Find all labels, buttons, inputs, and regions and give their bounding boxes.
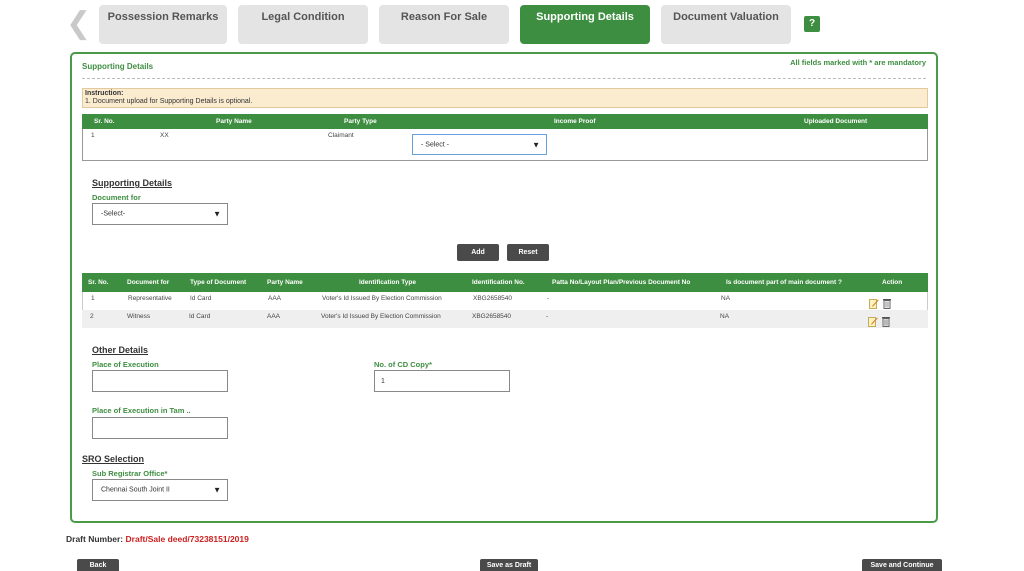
col-patta-no: Patta No/Layout Plan/Previous Document N… (552, 279, 691, 286)
tab-possession-remarks[interactable]: Possession Remarks (99, 5, 227, 44)
row-identification-no: XBG2658540 (472, 313, 512, 320)
chevron-down-icon: ▼ (213, 209, 221, 219)
col-sr-no: Sr. No. (94, 118, 115, 125)
row-part-of-main: NA (721, 295, 731, 302)
place-of-execution-label: Place of Execution (92, 360, 159, 369)
tab-document-valuation[interactable]: Document Valuation (661, 5, 791, 44)
col-part-of-main-document: Is document part of main document ? (726, 279, 842, 286)
delete-icon[interactable] (882, 298, 892, 309)
col-document-for: Document for (127, 279, 170, 286)
party-type: Claimant (328, 132, 354, 139)
party-sr-no: 1 (91, 132, 95, 139)
document-for-select-value: -Select- (101, 210, 126, 218)
previous-tab-chevron-icon[interactable]: ❮ (66, 9, 91, 40)
cd-copy-input[interactable] (374, 370, 510, 392)
place-of-execution-tamil-input[interactable] (92, 417, 228, 439)
draft-number-label: Draft Number: (66, 534, 124, 544)
supporting-details-heading: Supporting Details (92, 178, 173, 188)
documents-table-header: Sr. No. Document for Type of Document Pa… (82, 273, 928, 292)
row-identification-type: Voter's Id Issued By Election Commission (322, 295, 442, 302)
col-party-name: Party Name (216, 118, 252, 125)
sub-registrar-office-label: Sub Registrar Office* (92, 469, 168, 478)
delete-icon[interactable] (881, 316, 891, 327)
row-sr-no: 1 (91, 295, 95, 302)
row-party-name: AAA (267, 313, 281, 320)
party-table-header: Sr. No. Party Name Party Type Income Pro… (82, 114, 928, 129)
document-for-select[interactable]: -Select- ▼ (92, 203, 228, 225)
save-and-continue-button[interactable]: Save and Continue (862, 559, 942, 571)
col-identification-type: Identification Type (359, 279, 416, 286)
help-button[interactable]: ? (804, 16, 820, 32)
col-party-type: Party Type (344, 118, 377, 125)
add-button[interactable]: Add (457, 244, 499, 261)
edit-icon[interactable] (869, 298, 879, 309)
other-details-heading: Other Details (92, 345, 149, 355)
save-as-draft-button[interactable]: Save as Draft (480, 559, 538, 571)
chevron-down-icon: ▼ (532, 140, 540, 149)
income-proof-select-value: - Select - (421, 141, 450, 148)
col-action: Action (882, 279, 903, 286)
place-of-execution-input[interactable] (92, 370, 228, 392)
row-type-of-document: Id Card (190, 295, 212, 302)
mandatory-note: All fields marked with * are mandatory (790, 58, 926, 67)
tab-supporting-details[interactable]: Supporting Details (520, 5, 650, 44)
divider (82, 78, 926, 79)
party-name: XX (160, 132, 169, 139)
col-uploaded-document: Uploaded Document (804, 118, 868, 125)
row-party-name: AAA (268, 295, 282, 302)
cd-copy-label: No. of CD Copy* (374, 360, 432, 369)
instruction-title: Instruction: (85, 90, 124, 97)
table-row: 1 Representative Id Card AAA Voter's Id … (82, 292, 928, 310)
col-sr-no: Sr. No. (88, 279, 109, 286)
row-sr-no: 2 (90, 313, 94, 320)
income-proof-select[interactable]: - Select - ▼ (412, 134, 547, 155)
back-button[interactable]: Back (77, 559, 119, 571)
reset-button[interactable]: Reset (507, 244, 549, 261)
tab-legal-condition[interactable]: Legal Condition (238, 5, 368, 44)
table-row: 2 Witness Id Card AAA Voter's Id Issued … (82, 310, 928, 328)
row-type-of-document: Id Card (189, 313, 211, 320)
row-part-of-main: NA (720, 313, 730, 320)
row-document-for: Witness (127, 313, 151, 320)
party-table-body: 1 XX Claimant - Select - ▼ (82, 129, 928, 161)
col-type-of-document: Type of Document (190, 279, 247, 286)
row-identification-no: XBG2658540 (473, 295, 513, 302)
supporting-details-panel: Supporting Details All fields marked wit… (70, 52, 938, 523)
instruction-box: Instruction: 1. Document upload for Supp… (82, 88, 928, 108)
panel-title: Supporting Details (82, 62, 154, 71)
tab-reason-for-sale[interactable]: Reason For Sale (379, 5, 509, 44)
draft-number: Draft Number: Draft/Sale deed/73238151/2… (66, 534, 249, 544)
row-document-for: Representative (128, 295, 172, 302)
sub-registrar-office-value: Chennai South Joint II (101, 486, 170, 494)
col-party-name: Party Name (267, 279, 303, 286)
row-patta-no: - (547, 295, 550, 302)
edit-icon[interactable] (868, 316, 878, 327)
sub-registrar-office-select[interactable]: Chennai South Joint II ▼ (92, 479, 228, 501)
instruction-text: 1. Document upload for Supporting Detail… (85, 98, 253, 105)
document-for-label: Document for (92, 193, 141, 202)
col-identification-no: Identification No. (472, 279, 525, 286)
row-identification-type: Voter's Id Issued By Election Commission (321, 313, 441, 320)
col-income-proof: Income Proof (554, 118, 596, 125)
place-of-execution-tamil-label: Place of Execution in Tam .. (92, 406, 191, 415)
chevron-down-icon: ▼ (213, 485, 221, 495)
sro-selection-heading: SRO Selection (82, 454, 145, 464)
row-patta-no: - (546, 313, 549, 320)
draft-number-value: Draft/Sale deed/73238151/2019 (125, 534, 249, 544)
